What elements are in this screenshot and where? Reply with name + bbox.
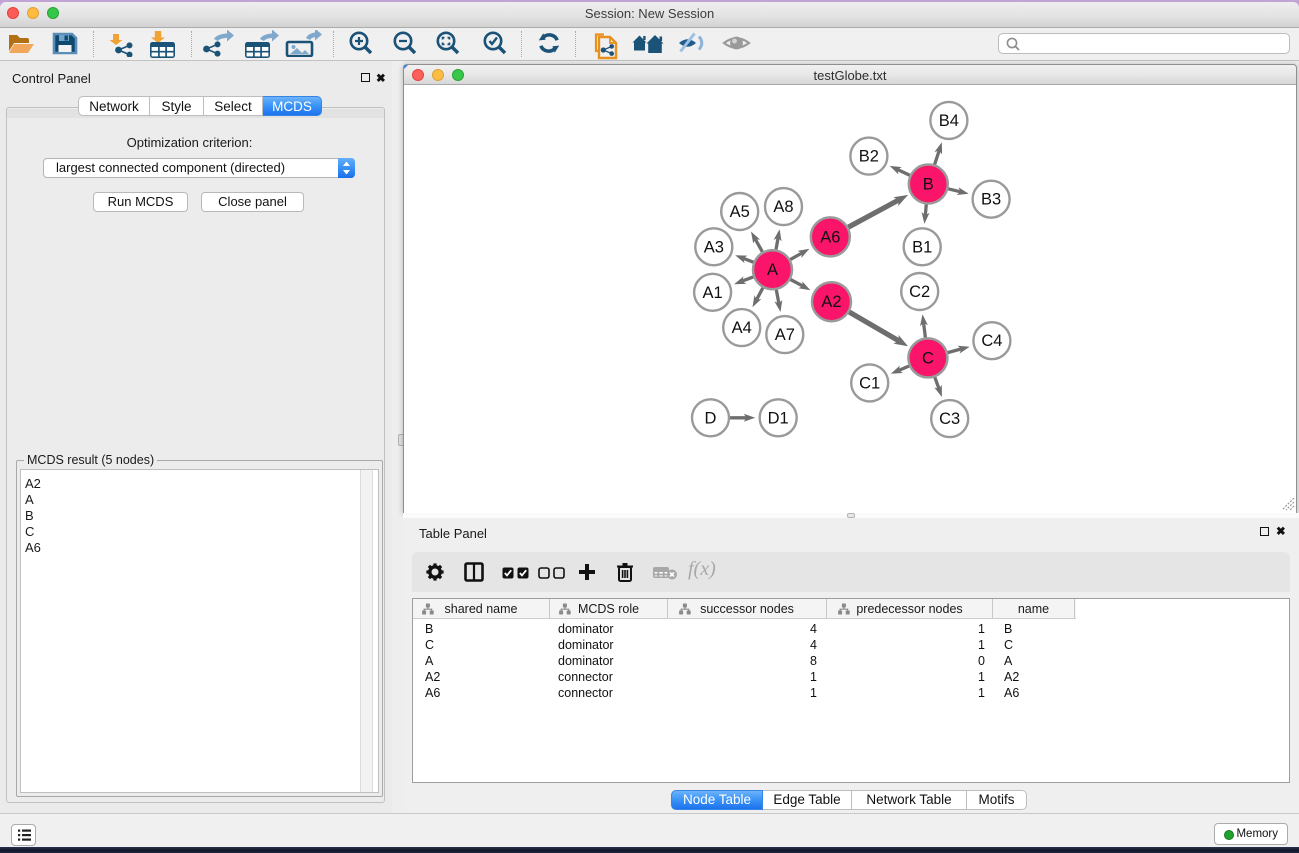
svg-text:A5: A5 xyxy=(730,203,750,221)
svg-text:C1: C1 xyxy=(859,374,880,392)
svg-text:C3: C3 xyxy=(939,410,960,428)
svg-text:B1: B1 xyxy=(912,238,932,256)
svg-text:D: D xyxy=(705,409,717,427)
svg-text:A2: A2 xyxy=(821,293,841,311)
svg-text:C2: C2 xyxy=(909,283,930,301)
svg-text:B4: B4 xyxy=(939,112,959,130)
svg-text:C: C xyxy=(922,349,934,367)
svg-text:A1: A1 xyxy=(703,284,723,302)
svg-text:A4: A4 xyxy=(732,319,752,337)
svg-text:B: B xyxy=(923,176,934,194)
svg-text:A3: A3 xyxy=(704,238,724,256)
svg-text:A8: A8 xyxy=(773,198,793,216)
svg-text:B2: B2 xyxy=(859,148,879,166)
svg-text:C4: C4 xyxy=(981,332,1002,350)
svg-text:A: A xyxy=(767,261,778,279)
svg-text:A7: A7 xyxy=(775,326,795,344)
svg-text:D1: D1 xyxy=(768,409,789,427)
svg-text:B3: B3 xyxy=(981,191,1001,209)
svg-text:A6: A6 xyxy=(820,228,840,246)
